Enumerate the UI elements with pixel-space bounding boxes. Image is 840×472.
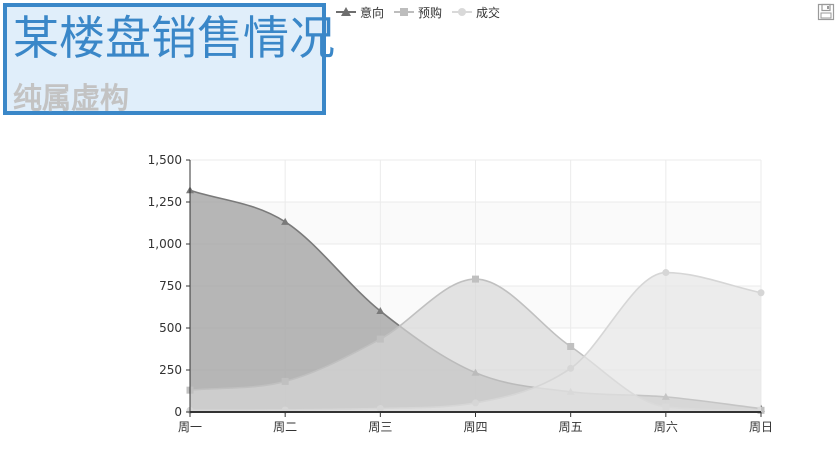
x-tick-label: 周三 xyxy=(368,420,392,434)
x-tick-label: 周日 xyxy=(749,420,773,434)
legend-label: 成交 xyxy=(476,5,501,20)
legend-label: 意向 xyxy=(360,5,385,20)
legend-label: 预购 xyxy=(418,5,443,20)
y-tick-label: 1,500 xyxy=(148,153,182,167)
legend-item-chengjiao[interactable]: 成交 xyxy=(452,4,500,21)
data-point xyxy=(472,275,479,283)
data-point xyxy=(662,269,670,277)
triangle-marker-icon xyxy=(336,7,356,16)
y-tick-label: 1,000 xyxy=(148,237,182,251)
legend: 意向 预购 成交 xyxy=(336,4,500,20)
data-point xyxy=(567,364,575,372)
y-tick-label: 750 xyxy=(159,279,182,293)
chart-subtitle: 纯属虚构 xyxy=(13,81,130,115)
data-point xyxy=(757,289,765,297)
square-marker-icon xyxy=(394,8,415,16)
data-point xyxy=(281,377,289,385)
y-tick-label: 250 xyxy=(159,363,182,377)
x-tick-label: 周五 xyxy=(559,420,583,434)
y-tick-label: 1,250 xyxy=(148,195,182,209)
data-point xyxy=(472,399,479,407)
chart-title-box: 某楼盘销售情况 纯属虚构 xyxy=(3,3,335,115)
data-point xyxy=(376,335,384,343)
chart-title: 某楼盘销售情况 xyxy=(13,11,335,65)
legend-item-yixiang[interactable]: 意向 xyxy=(336,4,384,21)
save-icon[interactable] xyxy=(817,3,835,21)
legend-item-yugou[interactable]: 预购 xyxy=(394,4,442,21)
y-tick-label: 500 xyxy=(159,321,182,335)
x-tick-label: 周四 xyxy=(463,420,487,434)
x-tick-label: 周二 xyxy=(273,420,297,434)
circle-marker-icon xyxy=(452,8,473,16)
x-tick-label: 周六 xyxy=(654,420,678,434)
data-point xyxy=(376,404,384,412)
x-tick-label: 周一 xyxy=(178,420,202,434)
y-tick-label: 0 xyxy=(174,405,182,419)
data-point xyxy=(567,342,575,350)
